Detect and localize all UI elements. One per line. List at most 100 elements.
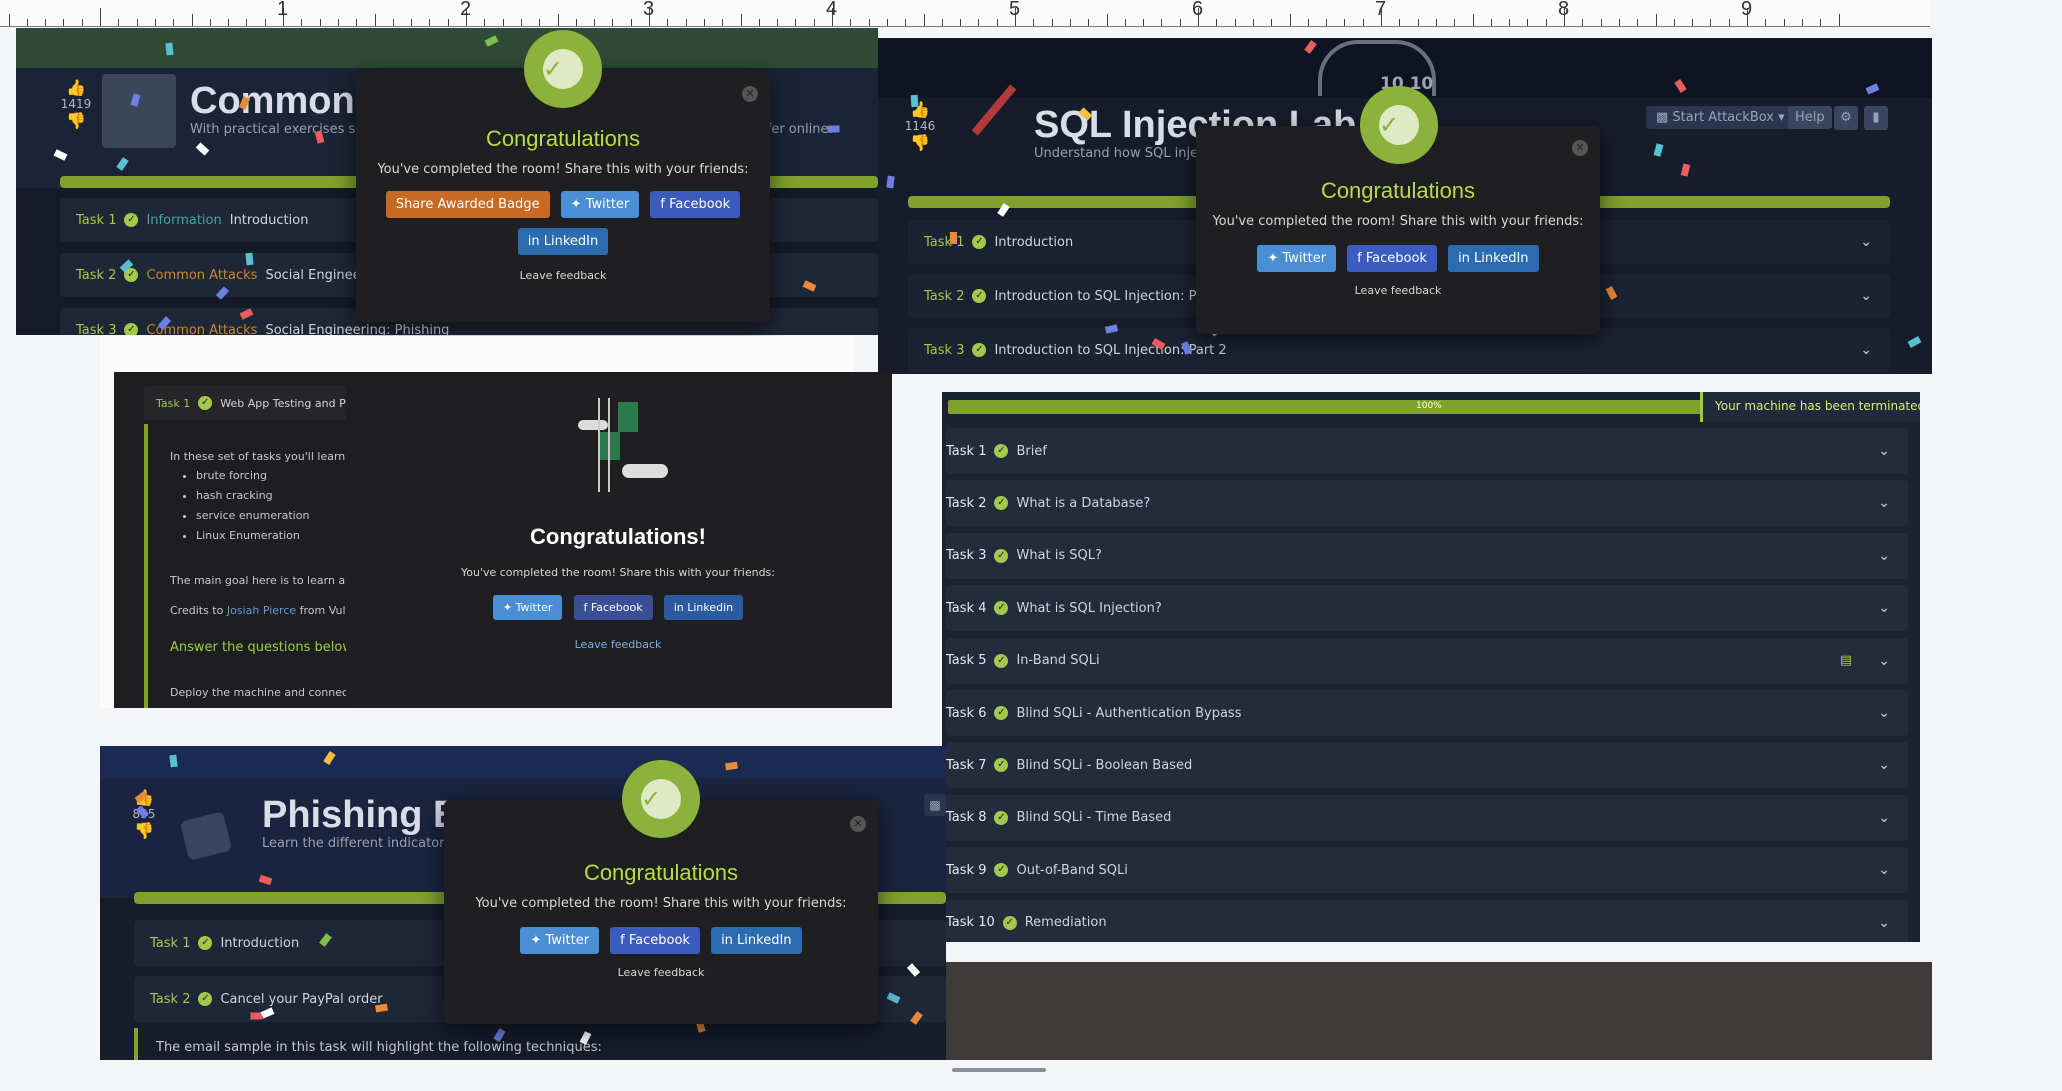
confetti-piece (1181, 340, 1193, 355)
ruler-tick (26, 19, 28, 26)
check-icon: ✓ (994, 548, 1009, 563)
task-row[interactable]: Task 2 ✓ What is a Database? ⌄ (946, 480, 1908, 527)
task-row[interactable]: Task 9 ✓ Out-of-Band SQLi ⌄ (946, 847, 1908, 894)
leave-feedback-link[interactable]: Leave feedback (346, 638, 890, 651)
ruler-tick (1289, 14, 1291, 26)
confetti-piece (216, 286, 230, 300)
close-icon[interactable]: ✕ (742, 86, 758, 102)
confetti-piece (169, 754, 179, 768)
ruler-tick (1710, 19, 1712, 26)
confetti-piece (1653, 143, 1664, 157)
share-badge-button[interactable]: Share Awarded Badge (385, 191, 550, 218)
task-title: Blind SQLi - Authentication Bypass (1016, 705, 1242, 721)
task-number: Task 5 (946, 653, 987, 669)
twitter-button[interactable]: ✦ Twitter (492, 595, 563, 620)
leave-feedback-link[interactable]: Leave feedback (1196, 284, 1600, 297)
task-row[interactable]: Task 10 ✓ Remediation ⌄ (946, 899, 1908, 942)
confetti-piece (1303, 39, 1317, 54)
chevron-down-icon[interactable]: ⌄ (1878, 862, 1890, 878)
facebook-button[interactable]: f Facebook (610, 927, 700, 954)
scroll-handle[interactable] (952, 1068, 1046, 1072)
task-number: Task 6 (946, 705, 987, 721)
chevron-down-icon[interactable]: ⌄ (1878, 705, 1890, 721)
task-row[interactable]: Task 8 ✓ Blind SQLi - Time Based ⌄ (946, 794, 1908, 841)
modal-heading: Congratulations! (530, 524, 706, 549)
linkedin-button[interactable]: in LinkedIn (1448, 245, 1539, 272)
machine-terminated-toast: Your machine has been terminated. (1700, 392, 1920, 422)
chevron-down-icon[interactable]: ⌄ (1878, 495, 1890, 511)
share-buttons: Share Awarded Badge ✦ Twitter f Facebook (356, 191, 770, 218)
ruler-tick (1307, 19, 1309, 26)
share-buttons: ✦ Twitter f Facebook in LinkedIn (444, 927, 878, 954)
chevron-down-icon[interactable]: ⌄ (1878, 653, 1890, 669)
credits-link[interactable]: Josiah Pierce (227, 604, 296, 617)
facebook-button[interactable]: f Facebook (650, 191, 741, 218)
task-row[interactable]: Task 6 ✓ Blind SQLi - Authentication Bypas… (946, 690, 1908, 736)
close-icon[interactable]: ✕ (850, 816, 866, 832)
ruler-tick (777, 19, 779, 26)
chevron-down-icon[interactable]: ⌄ (1878, 757, 1890, 773)
task-row[interactable]: Task 4 ✓ What is SQL Injection? ⌄ (946, 585, 1908, 632)
topics-list: brute forcing hash cracking service enum… (156, 466, 309, 546)
ruler-tick (795, 19, 797, 26)
confetti-piece (1865, 83, 1880, 95)
ruler-tick (520, 19, 522, 26)
linkedin-button[interactable]: in LinkedIn (711, 927, 802, 954)
check-icon: ✓ (994, 706, 1009, 720)
twitter-button[interactable]: ✦ Twitter (520, 927, 600, 954)
answer-heading: Answer the questions below (170, 640, 353, 655)
ruler-tick (228, 19, 230, 26)
confetti-piece (135, 804, 150, 819)
ruler-tick (118, 19, 120, 26)
ruler-tick (337, 19, 339, 26)
task-row[interactable]: Task 7 ✓ Blind SQLi - Boolean Based ⌄ (946, 742, 1908, 789)
ruler-tick (1820, 19, 1822, 26)
confetti-piece (165, 42, 174, 55)
ruler-tick (63, 19, 65, 26)
ruler-tick (960, 19, 962, 26)
confetti-piece (725, 761, 738, 770)
ruler-tick (1435, 19, 1437, 26)
task-title: Blind SQLi - Boolean Based (1016, 757, 1193, 773)
ruler-tick (1692, 19, 1694, 26)
chevron-down-icon[interactable]: ⌄ (1878, 600, 1890, 616)
leave-feedback-link[interactable]: Leave feedback (444, 966, 878, 979)
ruler-tick (1655, 14, 1657, 26)
chevron-down-icon[interactable]: ⌄ (1878, 548, 1890, 564)
ruler-tick (722, 19, 724, 26)
twitter-button[interactable]: ✦ Twitter (1257, 245, 1337, 272)
ruler-tick (209, 19, 211, 26)
ruler-tick (1838, 14, 1840, 26)
progress-label: 100% (1416, 401, 1442, 411)
chevron-down-icon[interactable]: ⌄ (1878, 443, 1890, 459)
facebook-button[interactable]: f Facebook (573, 595, 653, 620)
modal-text: You've completed the room! Share this wi… (377, 162, 749, 177)
facebook-button[interactable]: f Facebook (1347, 245, 1437, 272)
task-row[interactable]: Task 1 ✓ Brief ⌄ (946, 428, 1908, 474)
linkedin-button[interactable]: in LinkedIn (517, 228, 609, 255)
ruler-tick (685, 19, 687, 26)
task-row[interactable]: Task 3 ✓ What is SQL? ⌄ (946, 532, 1908, 579)
share-buttons: ✦ Twitter f Facebook in Linkedin (346, 595, 890, 620)
task-title: Blind SQLi - Time Based (1016, 810, 1172, 826)
ruler-tick (1326, 19, 1328, 26)
ruler-tick (100, 8, 101, 26)
linkedin-button[interactable]: in Linkedin (663, 595, 744, 620)
ruler-number: 5 (1009, 0, 1021, 20)
confetti-piece (130, 92, 141, 107)
task-number: Task 4 (946, 600, 987, 616)
ruler-tick (429, 19, 431, 26)
ruler-tick (1179, 19, 1181, 26)
chevron-down-icon[interactable]: ⌄ (1878, 915, 1890, 931)
task-row[interactable]: Task 5 ✓ In-Band SQLi ▤ ⌄ (946, 637, 1908, 684)
leave-feedback-link[interactable]: Leave feedback (356, 269, 770, 282)
linkedin-label: LinkedIn (1474, 251, 1529, 266)
close-icon[interactable]: ✕ (1572, 140, 1588, 156)
check-icon: ✓ (994, 601, 1009, 616)
twitter-button[interactable]: ✦ Twitter (560, 191, 640, 218)
task-number: Task 3 (946, 548, 987, 564)
task-title: What is a Database? (1016, 495, 1151, 511)
chevron-down-icon[interactable]: ⌄ (1878, 810, 1890, 826)
ruler-tick (1216, 19, 1218, 26)
notes-icon[interactable]: ▤ (1840, 653, 1852, 668)
